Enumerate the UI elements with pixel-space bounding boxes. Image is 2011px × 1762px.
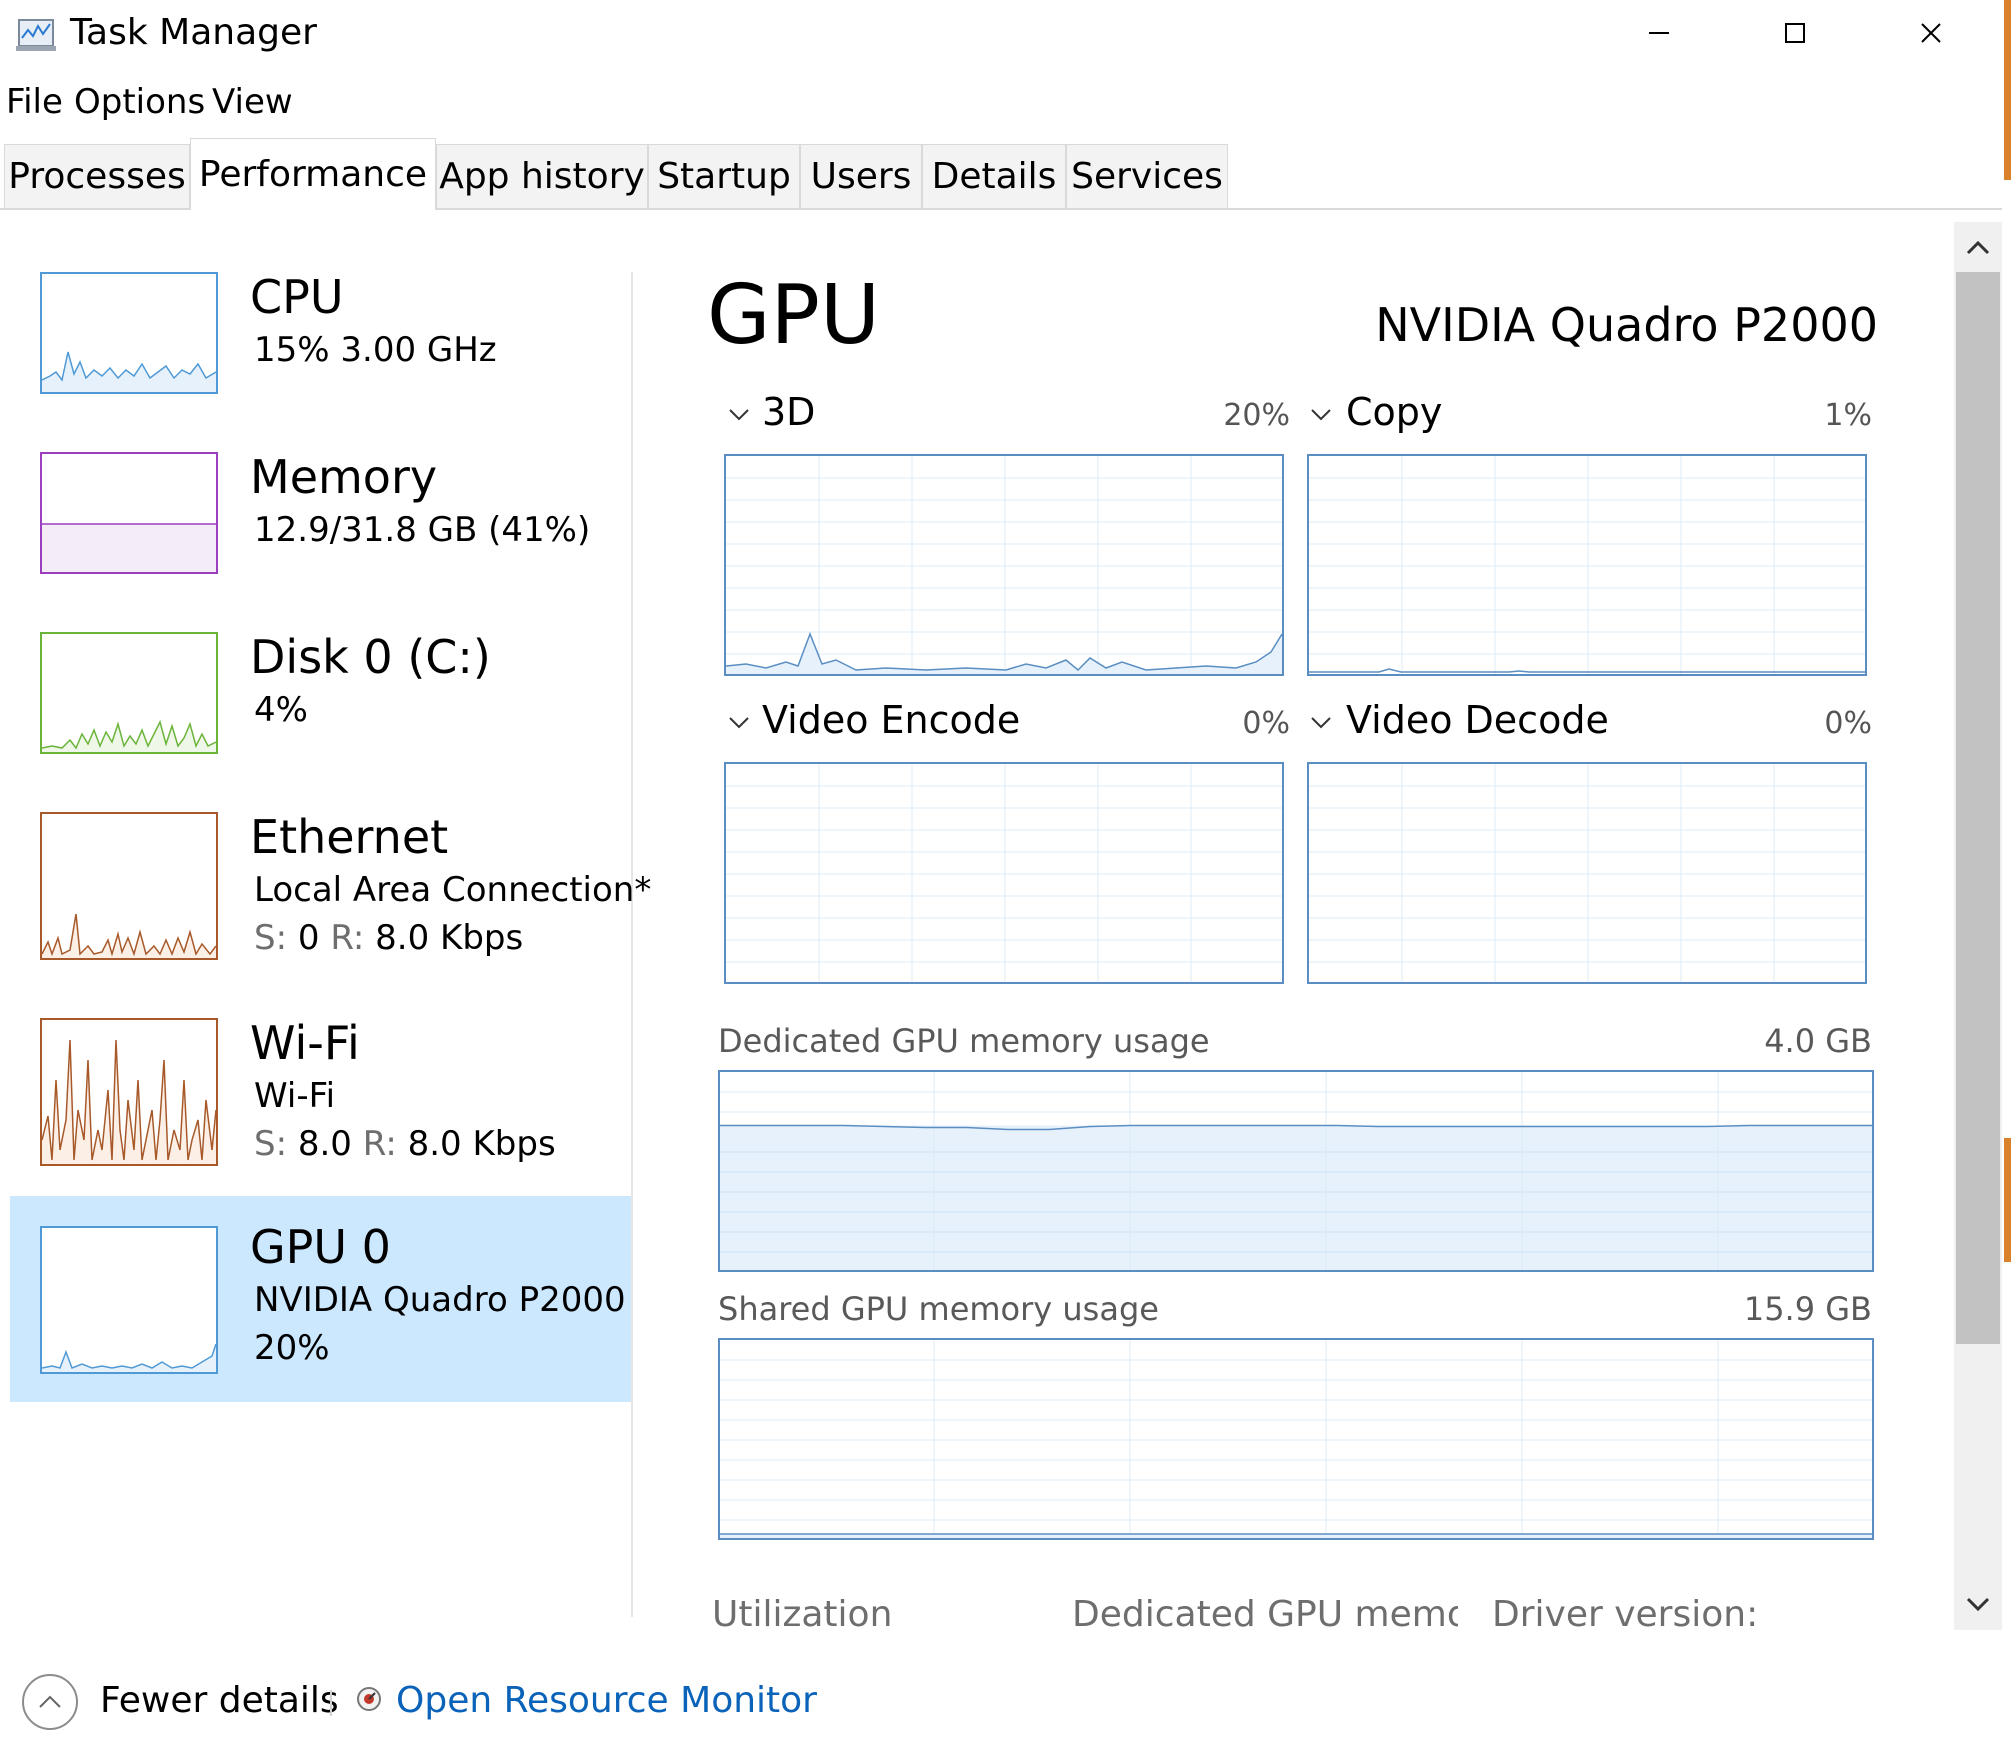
stat-driver-version-label: Driver version:: [1492, 1594, 1759, 1635]
send-value: 0: [297, 918, 320, 958]
scrollbar-thumb[interactable]: [1956, 272, 2000, 1344]
ethernet-adapter-name: Local Area Connection*: [254, 870, 652, 910]
shared-memory-total: 15.9 GB: [1743, 1290, 1872, 1328]
maximize-icon: [1785, 23, 1805, 43]
stat-dedicated-memory-label: Dedicated GPU memory: [1072, 1594, 1458, 1635]
gpu0-title: GPU 0: [250, 1220, 391, 1274]
shared-memory-graph: [718, 1338, 1874, 1540]
memory-thumbnail-graph: [40, 452, 218, 574]
wifi-throughput: S: 8.0 R: 8.0 Kbps: [254, 1124, 556, 1164]
scroll-down-button[interactable]: [1954, 1580, 2002, 1630]
shared-memory-label: Shared GPU memory usage: [718, 1290, 1159, 1328]
engine-3d-graph: [724, 454, 1284, 676]
disk-thumbnail-graph: [40, 632, 218, 754]
minimize-button[interactable]: [1590, 0, 1728, 66]
sidebar-item-memory[interactable]: Memory 12.9/31.8 GB (41%): [10, 442, 632, 582]
send-value: 8.0: [297, 1124, 352, 1164]
memory-title: Memory: [250, 450, 438, 504]
open-resource-monitor-link[interactable]: Open Resource Monitor: [396, 1680, 817, 1721]
disk-title: Disk 0 (C:): [250, 630, 491, 684]
ethernet-thumbnail-graph: [40, 812, 218, 960]
dedicated-memory-total: 4.0 GB: [1764, 1022, 1872, 1060]
fewer-details-button[interactable]: [22, 1674, 78, 1730]
chevron-down-icon: [729, 717, 749, 729]
dedicated-memory-label: Dedicated GPU memory usage: [718, 1022, 1210, 1060]
engine-copy-percent: 1%: [1824, 398, 1872, 433]
scroll-up-button[interactable]: [1954, 222, 2002, 272]
footer-divider: [330, 1690, 332, 1716]
wifi-title: Wi-Fi: [250, 1016, 360, 1070]
engine-video-encode-graph: [724, 762, 1284, 984]
engine-3d-percent: 20%: [1223, 398, 1290, 433]
window-title: Task Manager: [70, 12, 317, 53]
dedicated-memory-fill: [720, 1125, 1872, 1270]
background-window-strip: [2004, 1138, 2011, 1262]
gpu0-model: NVIDIA Quadro P2000: [254, 1280, 626, 1320]
engine-3d-label: 3D: [762, 390, 816, 434]
menu-options[interactable]: Options: [74, 82, 205, 122]
cpu-thumbnail-graph: [40, 272, 218, 394]
sidebar-item-wifi[interactable]: Wi-Fi Wi-Fi S: 8.0 R: 8.0 Kbps: [10, 1008, 632, 1178]
receive-value: 8.0 Kbps: [407, 1124, 556, 1164]
minimize-icon: [1649, 32, 1669, 34]
gpu-thumbnail-graph: [40, 1226, 218, 1374]
sidebar-item-disk[interactable]: Disk 0 (C:) 4%: [10, 622, 632, 762]
gpu-model-name: NVIDIA Quadro P2000: [1375, 298, 1878, 352]
engine-copy-label: Copy: [1346, 390, 1443, 434]
receive-label: R:: [362, 1124, 397, 1164]
sidebar-item-ethernet[interactable]: Ethernet Local Area Connection* S: 0 R: …: [10, 802, 651, 972]
send-label: S:: [254, 918, 288, 958]
tab-performance[interactable]: Performance: [190, 138, 436, 210]
chevron-down-icon: [729, 409, 749, 421]
tab-app-history[interactable]: App history: [436, 144, 648, 208]
engine-video-encode-label: Video Encode: [762, 698, 1021, 742]
chevron-down-icon: [1311, 409, 1331, 421]
page-title: GPU: [707, 268, 881, 363]
background-window-strip: [2004, 0, 2011, 180]
menu-file[interactable]: File: [6, 82, 63, 122]
cpu-title: CPU: [250, 270, 344, 324]
memory-usage: 12.9/31.8 GB (41%): [254, 510, 591, 550]
wifi-adapter-name: Wi-Fi: [254, 1076, 336, 1116]
engine-copy-graph: [1307, 454, 1867, 676]
engine-video-encode-percent: 0%: [1242, 706, 1290, 741]
chevron-up-icon: [39, 1695, 61, 1708]
cpu-usage: 15% 3.00 GHz: [254, 330, 497, 370]
task-manager-icon: [16, 19, 56, 51]
disk-usage: 4%: [254, 690, 308, 730]
receive-label: R:: [330, 918, 365, 958]
engine-video-decode-label: Video Decode: [1346, 698, 1609, 742]
gpu0-usage: 20%: [254, 1328, 330, 1368]
ethernet-title: Ethernet: [250, 810, 449, 864]
close-icon: [1921, 23, 1941, 43]
background-window-edge: [2002, 0, 2011, 1762]
receive-value: 8.0 Kbps: [375, 918, 524, 958]
close-button[interactable]: [1862, 0, 2000, 66]
engine-video-decode-percent: 0%: [1824, 706, 1872, 741]
menu-view[interactable]: View: [212, 82, 293, 122]
stat-utilization-label: Utilization: [712, 1594, 893, 1635]
task-manager-window: Task Manager File Options View Processes…: [0, 0, 2002, 1762]
sidebar-item-gpu0[interactable]: GPU 0 NVIDIA Quadro P2000 20%: [10, 1214, 632, 1384]
chevron-up-icon: [1966, 240, 1990, 255]
tab-details[interactable]: Details: [922, 144, 1066, 208]
wifi-thumbnail-graph: [40, 1018, 218, 1166]
tab-startup[interactable]: Startup: [648, 144, 800, 208]
dedicated-memory-graph: [718, 1070, 1874, 1272]
tab-processes[interactable]: Processes: [4, 144, 190, 208]
maximize-button[interactable]: [1726, 0, 1864, 66]
tab-users[interactable]: Users: [800, 144, 922, 208]
engine-video-decode-graph: [1307, 762, 1867, 984]
sidebar-item-cpu[interactable]: CPU 15% 3.00 GHz: [10, 262, 632, 402]
resource-monitor-icon: [357, 1687, 381, 1711]
fewer-details-link[interactable]: Fewer details: [100, 1680, 339, 1721]
chevron-down-icon: [1966, 1597, 1990, 1612]
send-label: S:: [254, 1124, 288, 1164]
chevron-down-icon: [1311, 717, 1331, 729]
ethernet-throughput: S: 0 R: 8.0 Kbps: [254, 918, 523, 958]
tab-services[interactable]: Services: [1066, 144, 1228, 208]
